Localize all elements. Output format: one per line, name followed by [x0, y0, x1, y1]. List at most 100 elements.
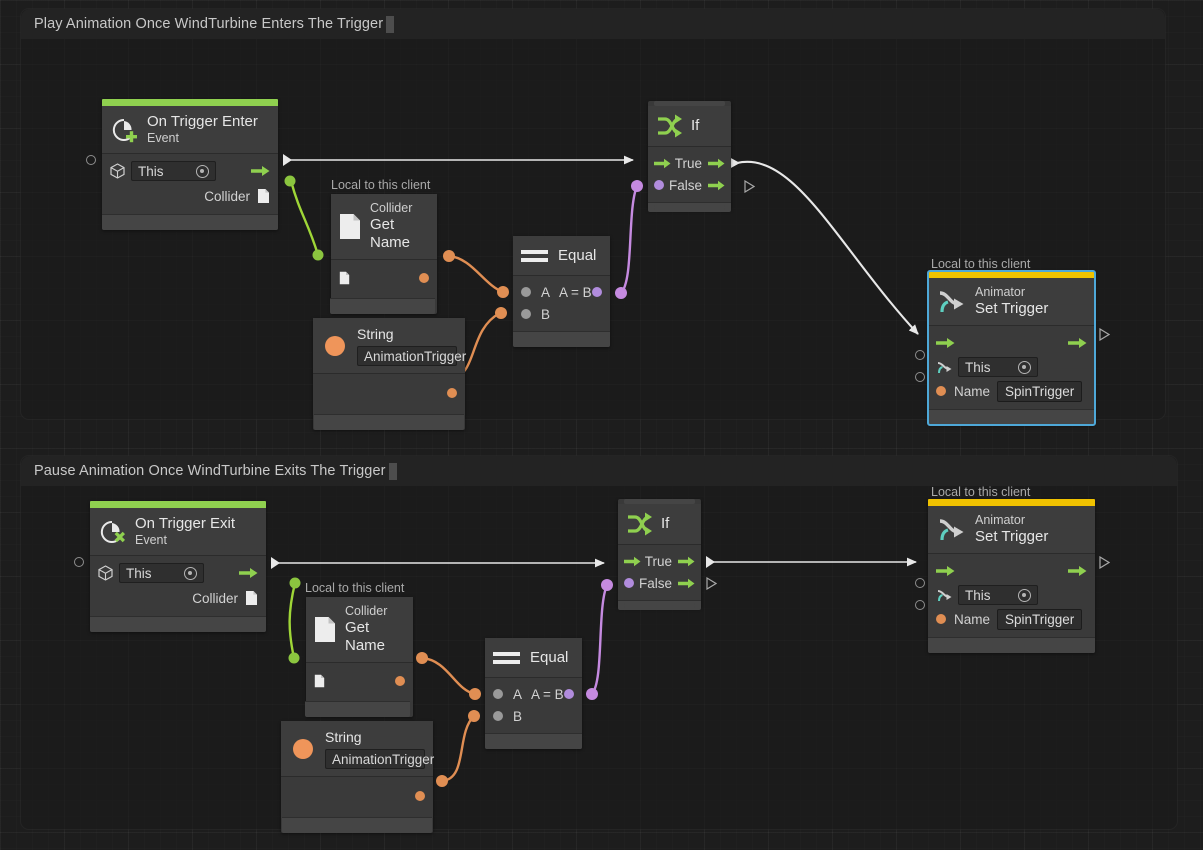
row-target: This	[928, 583, 1095, 607]
true-label: True	[644, 553, 672, 569]
node-equal[interactable]: Equal A A = B B	[513, 236, 610, 347]
flow-out-false-icon[interactable]	[678, 578, 695, 589]
string-value-field[interactable]: AnimationTrigger	[357, 346, 466, 366]
target-value: This	[965, 359, 991, 375]
equal-icon	[521, 248, 548, 264]
port-in-b[interactable]	[521, 309, 531, 319]
node-on-trigger-exit[interactable]: On Trigger Exit Event This Collider	[90, 501, 266, 632]
flow-out-arrow-icon[interactable]	[1068, 565, 1087, 577]
port-in-name[interactable]	[936, 614, 946, 624]
port-flow-out-hollow[interactable]	[1099, 556, 1110, 569]
object-picker-icon[interactable]	[1018, 588, 1031, 602]
target-field[interactable]: This	[958, 357, 1038, 377]
gameobject-cube-icon	[110, 163, 125, 179]
port-in-condition[interactable]	[624, 578, 634, 588]
flow-out-true-icon[interactable]	[708, 158, 725, 169]
node-body: This Collider	[102, 154, 278, 214]
target-value: This	[965, 587, 991, 603]
port-in-hollow-target[interactable]	[915, 578, 925, 588]
group-titlebar[interactable]: Play Animation Once WindTurbine Enters T…	[21, 9, 1165, 39]
node-collider-get-name[interactable]: Collider Get Name	[330, 194, 437, 314]
port-out-string[interactable]	[395, 676, 405, 686]
port-in-hollow-target[interactable]	[915, 350, 925, 360]
group-titlebar[interactable]: Pause Animation Once WindTurbine Exits T…	[21, 456, 1177, 486]
node-body	[313, 374, 465, 414]
node-header: String AnimationTrigger	[281, 721, 434, 777]
output-label: Collider	[204, 188, 250, 204]
port-flow-false-hollow[interactable]	[706, 577, 717, 590]
name-value-field[interactable]: SpinTrigger	[997, 380, 1083, 402]
output-label: Collider	[192, 590, 238, 606]
row-true: True	[618, 550, 701, 572]
row-input-output	[306, 669, 413, 693]
flow-out-true-icon[interactable]	[678, 556, 695, 567]
port-in-condition[interactable]	[654, 180, 664, 190]
port-out-bool[interactable]	[592, 287, 602, 297]
node-if[interactable]: If True False	[618, 499, 701, 610]
port-in-a[interactable]	[493, 689, 503, 699]
input-b-label: B	[513, 708, 523, 724]
node-body: A A = B B	[485, 678, 582, 733]
port-in-hollow-name[interactable]	[915, 372, 925, 382]
local-note: Local to this client	[331, 178, 431, 192]
node-footer	[314, 414, 464, 430]
port-out-bool[interactable]	[564, 689, 574, 699]
flow-out-arrow-icon[interactable]	[1068, 337, 1087, 349]
node-if[interactable]: If True False	[648, 101, 731, 212]
node-body	[331, 260, 437, 298]
node-equal[interactable]: Equal A A = B B	[485, 638, 582, 749]
target-field[interactable]: This	[131, 161, 216, 181]
flow-in-arrow-icon[interactable]	[654, 158, 671, 169]
node-accent-bar	[928, 271, 1095, 278]
node-collider-get-name[interactable]: Collider Get Name	[305, 597, 413, 717]
port-in-b[interactable]	[493, 711, 503, 721]
target-field[interactable]: This	[958, 585, 1038, 605]
row-false: False	[648, 174, 731, 196]
node-bottombar	[624, 603, 695, 608]
collider-document-icon	[339, 213, 361, 240]
flow-out-arrow-icon[interactable]	[251, 165, 270, 177]
row-target: This	[102, 158, 278, 184]
flow-in-arrow-icon[interactable]	[624, 556, 641, 567]
collider-document-icon[interactable]	[339, 271, 350, 285]
node-animator-set-trigger[interactable]: Animator Set Trigger This Name SpinTrigg…	[927, 270, 1096, 426]
node-subtitle: Collider	[370, 201, 413, 215]
node-footer	[928, 409, 1095, 425]
node-title: Get Name	[345, 619, 386, 654]
port-flow-false-hollow[interactable]	[736, 180, 755, 193]
port-in-hollow-name[interactable]	[915, 600, 925, 610]
node-animator-set-trigger[interactable]: Animator Set Trigger This Name SpinTrigg…	[928, 499, 1095, 653]
port-in-hollow[interactable]	[86, 155, 96, 165]
flow-out-false-icon[interactable]	[708, 180, 725, 191]
collider-document-icon[interactable]	[314, 674, 325, 688]
node-string-literal[interactable]: String AnimationTrigger	[313, 318, 466, 430]
port-out-string[interactable]	[419, 273, 429, 283]
node-body: True False	[648, 147, 731, 202]
row-false: False	[618, 572, 701, 594]
flow-in-arrow-icon[interactable]	[936, 337, 955, 349]
port-in-hollow[interactable]	[74, 557, 84, 567]
node-on-trigger-enter[interactable]: On Trigger Enter Event This Collider	[102, 99, 278, 230]
flow-in-arrow-icon[interactable]	[936, 565, 955, 577]
port-in-a[interactable]	[521, 287, 531, 297]
name-value-field[interactable]: SpinTrigger	[997, 608, 1083, 630]
equal-icon	[493, 650, 520, 666]
target-field[interactable]: This	[119, 563, 204, 583]
object-picker-icon[interactable]	[1018, 360, 1031, 374]
true-label: True	[674, 155, 702, 171]
object-picker-icon[interactable]	[184, 566, 197, 580]
flow-out-arrow-icon[interactable]	[239, 567, 258, 579]
port-in-name[interactable]	[936, 386, 946, 396]
port-out-string[interactable]	[447, 388, 457, 398]
object-picker-icon[interactable]	[196, 164, 209, 178]
row-name: Name SpinTrigger	[928, 379, 1095, 403]
string-value-field[interactable]: AnimationTrigger	[325, 749, 434, 769]
input-a-label: A	[513, 686, 523, 702]
row-output	[281, 784, 433, 808]
group-title: Pause Animation Once WindTurbine Exits T…	[34, 463, 386, 479]
port-flow-out-hollow[interactable]	[1099, 328, 1110, 341]
port-out-string[interactable]	[415, 791, 425, 801]
graph-canvas[interactable]: Play Animation Once WindTurbine Enters T…	[0, 0, 1203, 850]
row-collider-output: Collider	[102, 184, 278, 208]
node-string-literal[interactable]: String AnimationTrigger	[281, 721, 434, 833]
